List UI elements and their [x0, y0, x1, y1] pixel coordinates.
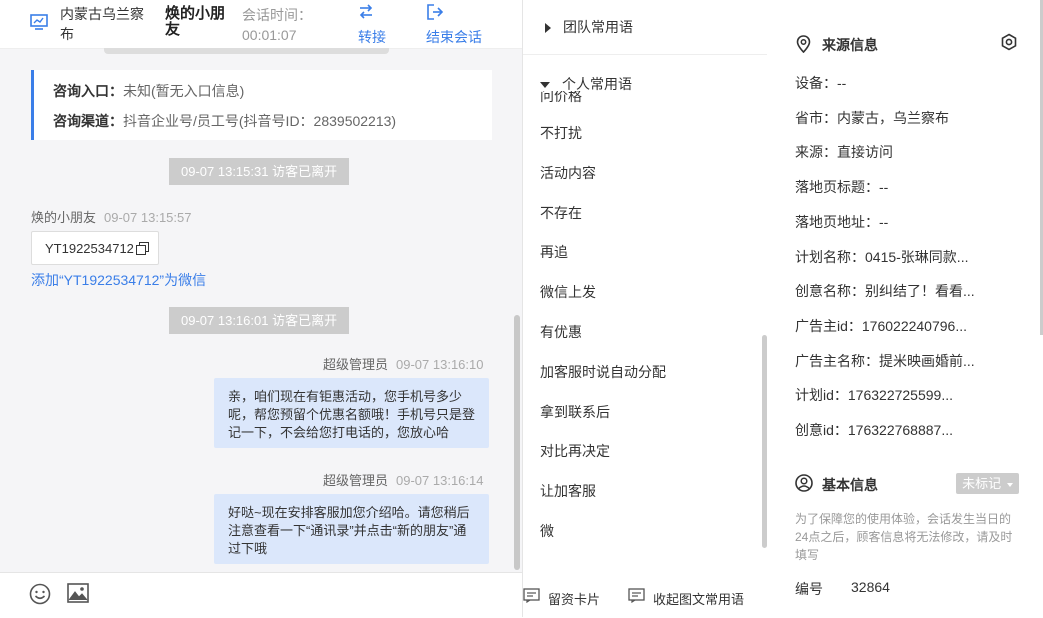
source-field: 省市：内蒙古，乌兰察布: [795, 109, 949, 126]
agent-message-bubble: 好哒~现在安排客服加您介绍哈。请您稍后注意查看一下“通讯录”并点击“新的朋友”通…: [214, 494, 489, 564]
transfer-icon[interactable]: [356, 3, 376, 21]
source-field: 广告主id：176022240796...: [795, 317, 967, 334]
phrase-item[interactable]: 微: [540, 521, 554, 541]
phrase-scrollbar[interactable]: [762, 335, 767, 548]
chat-panel: 内蒙古乌兰察布 焕的小朋友 会话时间： 00:01:07 转接 结束会话 咨询入…: [0, 0, 522, 618]
session-time: 00:01:07: [242, 27, 297, 43]
visitor-message-bubble: YT1922534712: [31, 231, 159, 265]
number-value: 32864: [851, 579, 890, 595]
sender-name: 超级管理员: [323, 473, 389, 488]
agent-message-header: 超级管理员 09-07 13:16:10: [323, 354, 483, 373]
location-pin-icon: [796, 35, 811, 53]
phrase-item[interactable]: 不存在: [540, 203, 582, 223]
phrase-footer: 留资卡片 收起图文常用语: [523, 578, 771, 617]
composer-toolbar: [0, 572, 522, 618]
source-field: 广告主名称：提米映画婚前...: [795, 352, 975, 369]
user-circle-icon: [795, 474, 813, 492]
source-field: 创意id：176322768887...: [795, 422, 953, 438]
phrase-item[interactable]: 再追: [540, 242, 568, 262]
chat-header: 内蒙古乌兰察布 焕的小朋友 会话时间： 00:01:07 转接 结束会话: [0, 0, 522, 49]
exit-icon[interactable]: [426, 3, 444, 21]
sender-name: 焕的小朋友: [31, 210, 97, 225]
basic-info-title: 基本信息: [822, 477, 878, 493]
team-phrases-group[interactable]: 团队常用语: [545, 17, 633, 37]
personal-phrases-header-area: 问价格 个人常用语: [523, 74, 767, 104]
copy-icon[interactable]: [136, 242, 149, 255]
consult-entry: 咨询入口：未知(暂无入口信息): [53, 81, 244, 101]
message-text: YT1922534712: [45, 241, 134, 256]
consult-info-card: 咨询入口：未知(暂无入口信息) 咨询渠道：抖音企业号/员工号(抖音号ID：283…: [31, 70, 492, 140]
history-scroll-indicator: [104, 48, 389, 54]
number-label: 编号: [795, 581, 823, 597]
image-icon[interactable]: [67, 583, 89, 603]
group-label: 团队常用语: [563, 19, 633, 35]
collapse-phrases-button[interactable]: 收起图文常用语: [653, 589, 744, 608]
edit-notice: 为了保障您的使用体验，会话发生当日的24点之后，顾客信息将无法修改，请及时填写: [795, 512, 1013, 562]
message-time: 09-07 13:15:57: [104, 210, 192, 225]
transfer-button[interactable]: 转接: [358, 27, 386, 47]
message-time: 09-07 13:16:10: [396, 357, 484, 372]
collapse-phrases-icon: [628, 588, 645, 603]
settings-icon[interactable]: [1000, 33, 1018, 51]
phrase-item[interactable]: 有优惠: [540, 322, 582, 342]
source-field: 计划名称：0415-张琳同款...: [795, 248, 969, 265]
group-label: 个人常用语: [562, 76, 632, 92]
system-message: 09-07 13:15:31 访客已离开: [169, 158, 350, 185]
phrase-item[interactable]: 对比再决定: [540, 441, 610, 461]
agent-message-bubble: 亲，咱们现在有钜惠活动，您手机号多少呢，帮您预留个优惠名额哦！手机号只是登记一下…: [214, 378, 489, 448]
source-field: 计划id：176322725599...: [795, 387, 953, 404]
source-field: 来源：直接访问: [795, 144, 893, 161]
add-wechat-link[interactable]: 添加“YT1922534712”为微信: [31, 270, 206, 290]
personal-phrases-group[interactable]: 个人常用语: [540, 74, 740, 92]
consult-entry-value: 未知(暂无入口信息): [123, 83, 245, 99]
divider: [523, 54, 767, 55]
sender-name: 超级管理员: [323, 357, 389, 372]
card-icon: [523, 588, 540, 603]
tag-label: 未标记: [962, 476, 1002, 491]
tag-dropdown[interactable]: 未标记: [956, 473, 1019, 494]
consult-channel-label: 咨询渠道：: [53, 113, 123, 129]
phrase-item[interactable]: 拿到联系后: [540, 402, 610, 422]
chat-scrollbar[interactable]: [514, 315, 520, 570]
agent-message-header: 超级管理员 09-07 13:16:14: [323, 470, 483, 489]
collapsed-arrow-icon: [545, 23, 551, 34]
source-field: 落地页地址：--: [795, 213, 889, 230]
emoji-icon[interactable]: [29, 583, 51, 605]
phrase-item[interactable]: 不打扰: [540, 123, 582, 143]
message-time: 09-07 13:16:14: [396, 473, 484, 488]
source-field: 落地页标题：--: [795, 179, 889, 196]
source-field: 设备：--: [795, 75, 847, 91]
visitor-region: 内蒙古乌兰察布: [60, 6, 144, 42]
consult-channel: 咨询渠道：抖音企业号/员工号(抖音号ID：2839502213): [53, 111, 396, 131]
end-session-button[interactable]: 结束会话: [426, 27, 482, 47]
session-time-label: 会话时间：: [242, 7, 312, 23]
caret-down-icon: [1006, 482, 1013, 487]
system-message: 09-07 13:16:01 访客已离开: [169, 307, 350, 334]
lead-card-button[interactable]: 留资卡片: [548, 589, 600, 608]
expanded-arrow-icon: [540, 82, 550, 89]
visitor-name: 焕的小朋友: [165, 5, 226, 38]
visitor-message-header: 焕的小朋友 09-07 13:15:57: [31, 207, 191, 226]
source-field: 创意名称：别纠结了！看看...: [795, 283, 975, 300]
consult-channel-value: 抖音企业号/员工号(抖音号ID：2839502213): [123, 113, 397, 129]
phrase-item[interactable]: 加客服时说自动分配: [540, 362, 666, 382]
phrase-item[interactable]: 活动内容: [540, 163, 596, 183]
source-info-title: 来源信息: [822, 37, 878, 53]
monitor-icon: [30, 14, 48, 30]
phrase-item[interactable]: 微信上发: [540, 282, 596, 302]
phrase-item[interactable]: 让加客服: [540, 481, 596, 501]
consult-entry-label: 咨询入口：: [53, 83, 123, 99]
